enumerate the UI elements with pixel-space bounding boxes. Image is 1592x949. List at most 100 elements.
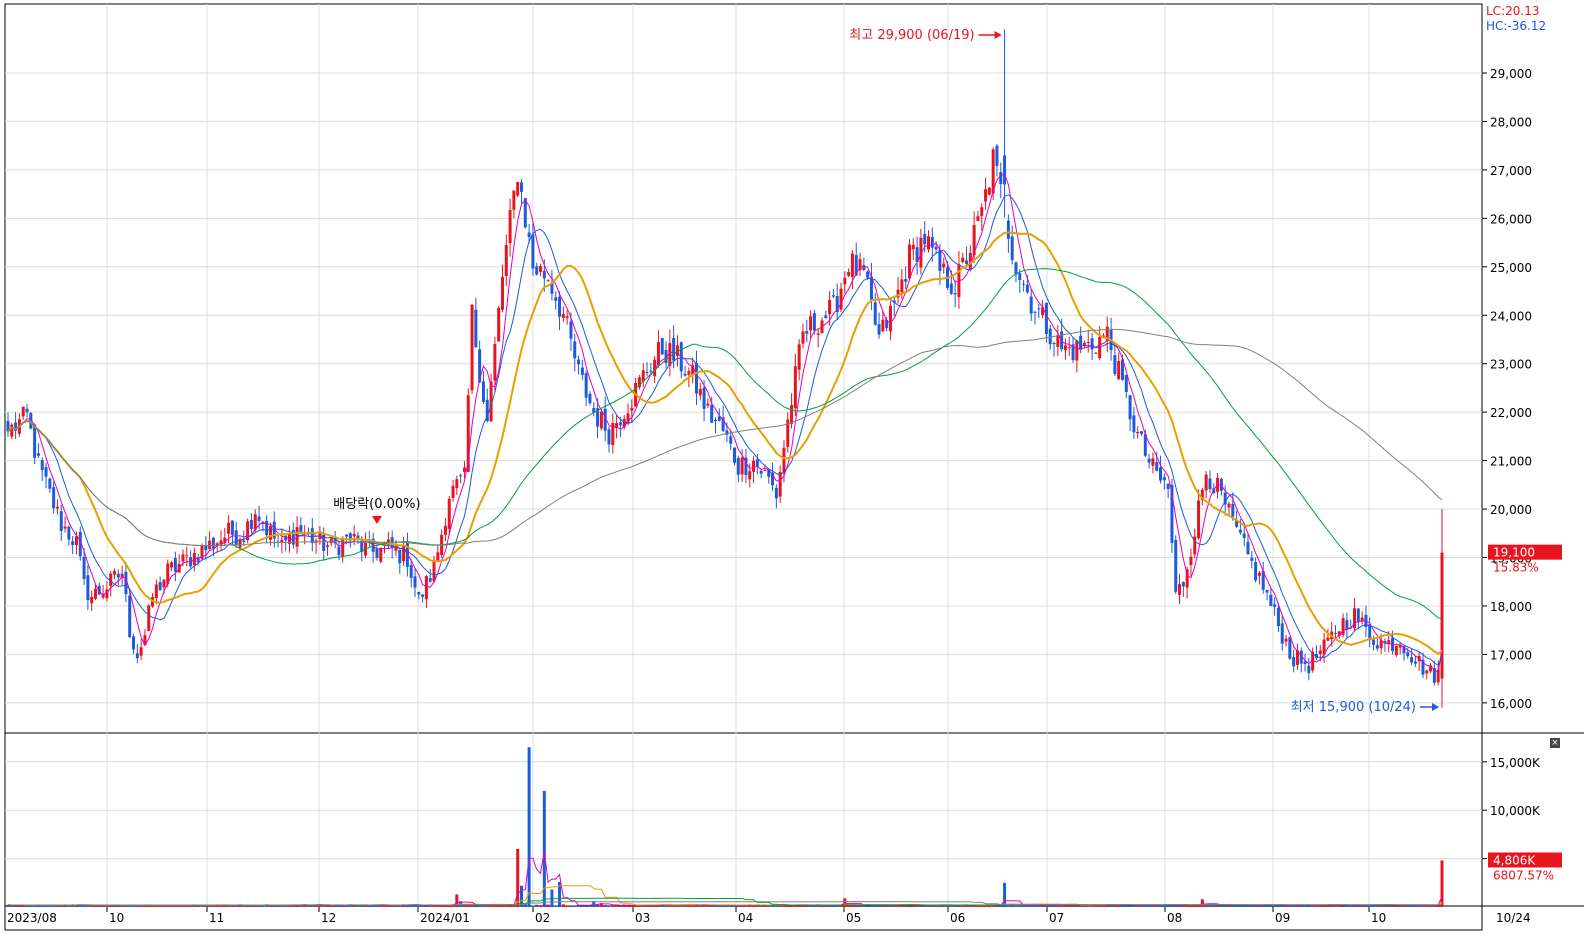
y-tick-label: 20,000 (1490, 503, 1532, 517)
volume-bar (1159, 904, 1163, 907)
candle-body (1372, 639, 1376, 645)
candle-body (915, 247, 919, 263)
candle-body (1022, 283, 1026, 285)
volume-bar (698, 904, 702, 907)
volume-bar (1337, 904, 1341, 907)
volume-bar (1052, 905, 1056, 907)
volume-bar (504, 904, 508, 907)
volume-bar (158, 904, 162, 907)
volume-bar (972, 904, 976, 907)
candle-body (1413, 661, 1417, 664)
volume-bar (40, 905, 44, 907)
volume-bar (59, 905, 63, 907)
stock-name[interactable]: 하이비젼시스템 (21, 7, 111, 24)
candle-body (1082, 342, 1086, 346)
volume-bar (771, 904, 775, 907)
volume-bar (1413, 905, 1417, 907)
y-tick-label: 22,000 (1490, 406, 1532, 420)
candle-body (508, 210, 512, 244)
volume-bar (965, 904, 969, 907)
volume-bar (181, 905, 185, 907)
volume-bar (1075, 905, 1079, 907)
volume-bar (1311, 905, 1315, 907)
volume-bar (1280, 905, 1284, 907)
candle-body (805, 331, 809, 334)
candle-body (683, 373, 687, 376)
volume-bar (413, 905, 417, 907)
volume-ma120-line (7, 901, 1443, 906)
y-tick-label: 28,000 (1490, 115, 1532, 129)
volume-bar (63, 904, 67, 907)
candle-body (481, 381, 485, 402)
candle-body (74, 536, 78, 546)
volume-bar (599, 903, 603, 907)
volume-bar (854, 904, 858, 907)
volume-bar (911, 904, 915, 907)
candle-body (1276, 607, 1280, 627)
candle-body (1033, 311, 1037, 313)
legend-square-icon[interactable] (6, 11, 15, 20)
candle-body (877, 324, 881, 335)
volume-bar (86, 905, 90, 907)
volume-bar (1170, 904, 1174, 907)
volume-bar (755, 905, 759, 907)
legend-square-icon[interactable] (6, 744, 15, 753)
current-volume-label: 4,806K (1493, 853, 1536, 867)
ma20-label: 20 (243, 8, 260, 23)
volume-bar (888, 904, 892, 907)
volume-bar (550, 889, 554, 907)
volume-bar (767, 905, 771, 907)
candle-body (295, 527, 299, 547)
volume-bar (478, 904, 482, 907)
candle-body (1060, 331, 1064, 350)
table-grid-icon[interactable] (11, 27, 27, 42)
volume-bar (961, 905, 965, 907)
candle-body (531, 234, 535, 269)
volume-bar (1284, 904, 1288, 907)
candle-body (1330, 631, 1334, 640)
volume-bar (177, 904, 181, 907)
candle-body (744, 457, 748, 475)
volume-bar (1246, 905, 1250, 907)
volume-bar (926, 905, 930, 907)
volume-bar (896, 904, 900, 907)
candle-body (1356, 608, 1360, 623)
candle-body (717, 416, 721, 421)
candle-body (1063, 345, 1067, 351)
volume-bar (1155, 905, 1159, 907)
candle-body (588, 393, 592, 404)
candle-body (1003, 155, 1007, 185)
volume-bar (516, 848, 520, 907)
x-tick-label: 05 (846, 911, 861, 925)
legend-square-icon[interactable] (119, 11, 129, 20)
volume-bar (831, 905, 835, 907)
volume-bar (900, 904, 904, 907)
x-tick-label: 07 (1049, 911, 1064, 925)
candle-body (930, 236, 934, 248)
volume-bar (1204, 905, 1208, 907)
candle-body (1079, 335, 1083, 350)
candle-body (192, 553, 196, 566)
volume-bar (71, 904, 75, 907)
volume-bar (980, 904, 984, 907)
volume-bar (615, 905, 619, 907)
volume-bar (1372, 904, 1376, 907)
candle-body (584, 373, 588, 398)
volume-bar (120, 905, 124, 907)
candle-body (113, 570, 117, 575)
volume-bar (1109, 904, 1113, 907)
volume-bar (892, 904, 896, 907)
vma120-label: 120 (172, 741, 197, 756)
volume-bar (1181, 904, 1185, 907)
candle-body (265, 520, 269, 536)
close-icon[interactable]: × (1550, 738, 1560, 748)
candle-body (580, 367, 584, 375)
candle-body (550, 282, 554, 294)
candle-body (1265, 589, 1269, 593)
volume-bar (805, 905, 809, 907)
volume-bar (1261, 904, 1265, 907)
candle-body (253, 514, 257, 530)
candle-body (873, 302, 877, 325)
candle-body (653, 359, 657, 377)
candle-body (86, 575, 90, 601)
